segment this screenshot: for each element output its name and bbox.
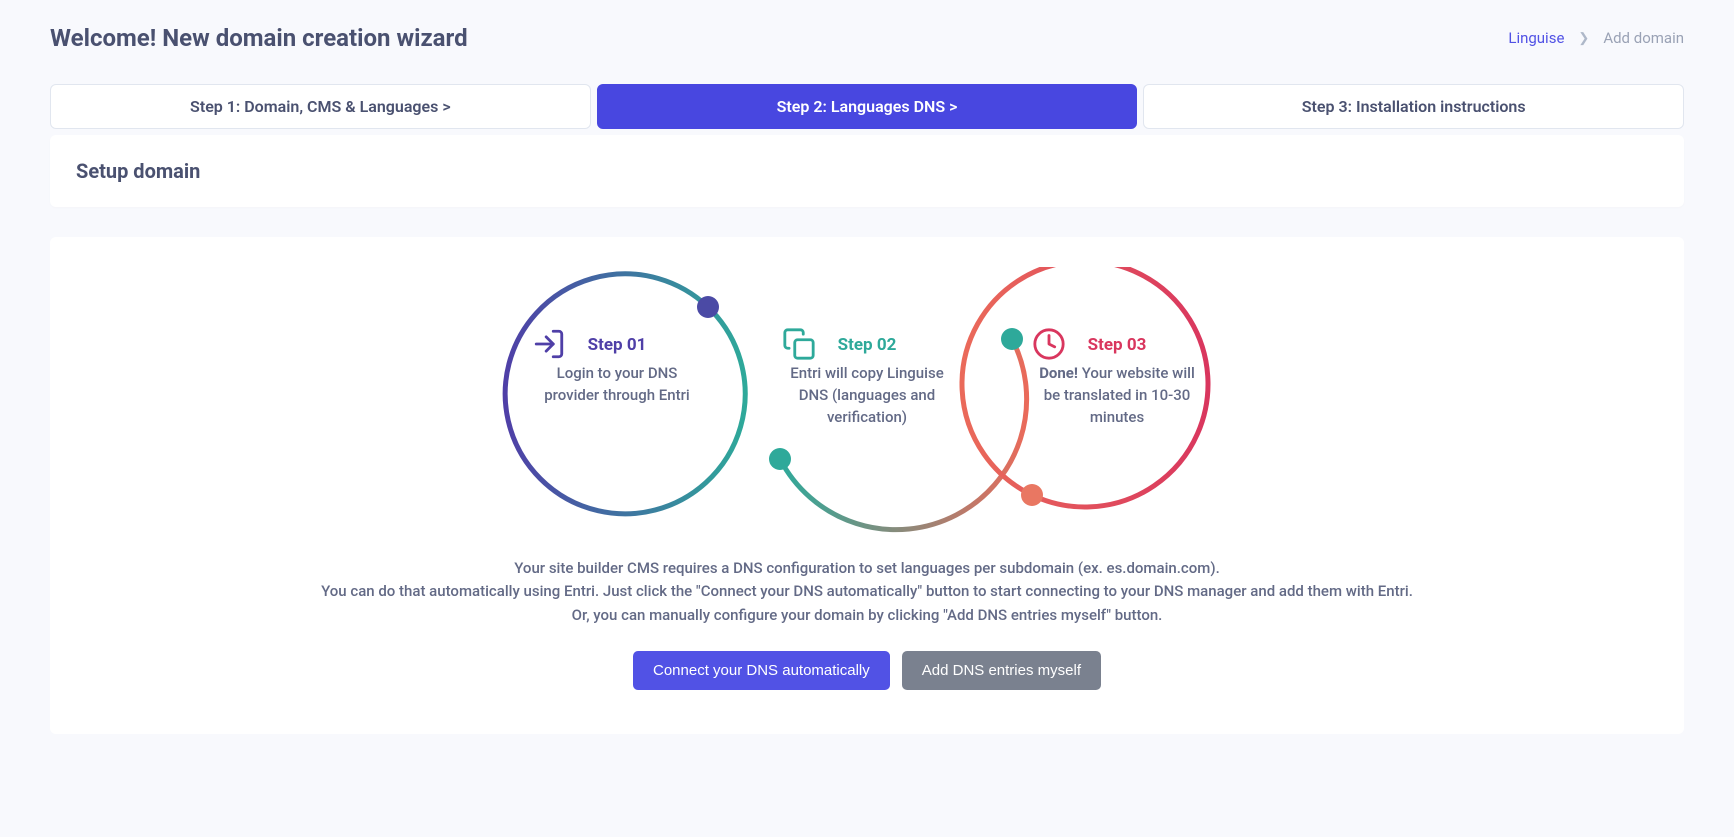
info-text: Your site builder CMS requires a DNS con… (267, 557, 1467, 627)
setup-domain-panel: Setup domain (50, 135, 1684, 207)
panel-title: Setup domain (76, 159, 1658, 183)
button-row: Connect your DNS automatically Add DNS e… (110, 651, 1624, 690)
breadcrumb-link-linguise[interactable]: Linguise (1508, 29, 1564, 47)
page-title: Welcome! New domain creation wizard (50, 24, 468, 52)
step-3-box: Step 03 Done! Your website will be trans… (1032, 327, 1202, 428)
wizard-tabs: Step 1: Domain, CMS & Languages > Step 2… (50, 84, 1684, 129)
breadcrumb: Linguise ❯ Add domain (1508, 29, 1684, 47)
tab-step-3[interactable]: Step 3: Installation instructions (1143, 84, 1684, 129)
step-1-box: Step 01 Login to your DNS provider throu… (532, 327, 702, 407)
step-1-desc: Login to your DNS provider through Entri (532, 363, 702, 407)
step-2-box: Step 02 Entri will copy Linguise DNS (la… (782, 327, 952, 428)
tab-step-1[interactable]: Step 1: Domain, CMS & Languages > (50, 84, 591, 129)
step-3-desc: Done! Your website will be translated in… (1032, 363, 1202, 428)
content-card: Step 01 Login to your DNS provider throu… (50, 237, 1684, 734)
tab-step-2[interactable]: Step 2: Languages DNS > (597, 84, 1138, 129)
steps-diagram: Step 01 Login to your DNS provider throu… (472, 267, 1262, 537)
info-line-2: You can do that automatically using Entr… (267, 580, 1467, 603)
info-line-3: Or, you can manually configure your doma… (267, 604, 1467, 627)
connect-dns-button[interactable]: Connect your DNS automatically (633, 651, 890, 690)
info-line-1: Your site builder CMS requires a DNS con… (267, 557, 1467, 580)
chevron-right-icon: ❯ (1578, 31, 1589, 46)
add-dns-manual-button[interactable]: Add DNS entries myself (902, 651, 1101, 690)
page-header: Welcome! New domain creation wizard Ling… (50, 24, 1684, 52)
step-2-desc: Entri will copy Linguise DNS (languages … (782, 363, 952, 428)
breadcrumb-current: Add domain (1603, 29, 1684, 47)
